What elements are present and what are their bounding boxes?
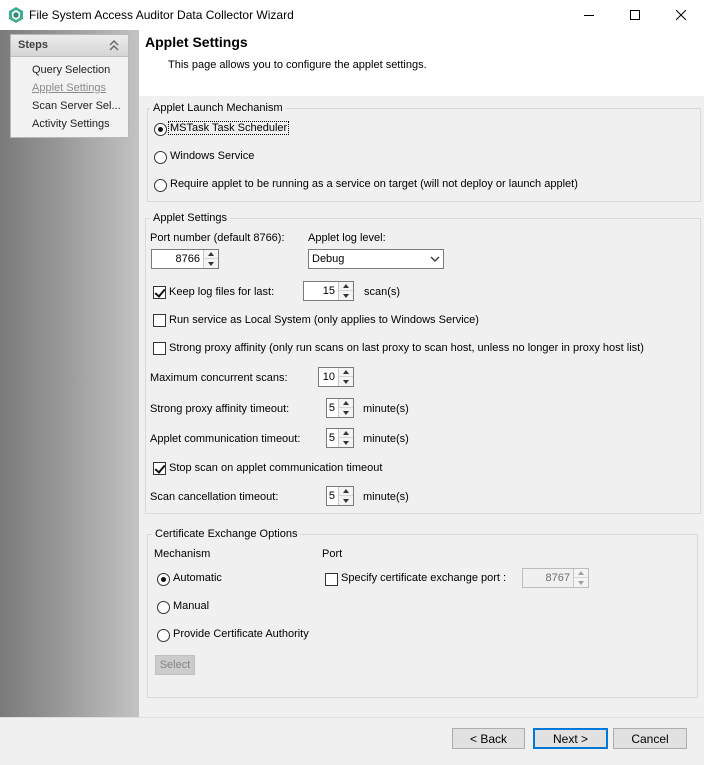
affinity-timeout-spinner[interactable]: 5 [326, 398, 354, 418]
spin-up-icon[interactable] [574, 569, 588, 578]
spin-down-icon[interactable] [339, 438, 353, 447]
spin-down-icon[interactable] [339, 377, 353, 386]
double-chevron-up-icon[interactable] [109, 40, 119, 51]
spin-up-icon[interactable] [339, 429, 353, 438]
max-scans-spinner[interactable]: 10 [318, 367, 354, 387]
content-area: Applet Launch Mechanism MSTask Task Sche… [139, 96, 704, 717]
cancel-timeout-unit: minute(s) [363, 491, 409, 503]
window-title: File System Access Auditor Data Collecto… [29, 8, 294, 22]
minimize-icon [584, 15, 594, 16]
port-number-spinner[interactable]: 8766 [151, 249, 219, 269]
spin-up-icon[interactable] [339, 399, 353, 408]
radio-automatic[interactable] [157, 573, 170, 586]
radio-mstask[interactable] [154, 123, 167, 136]
cancel-button[interactable]: Cancel [613, 728, 687, 749]
keep-logs-value: 15 [322, 285, 335, 297]
radio-manual-label[interactable]: Manual [173, 600, 209, 612]
maximize-button[interactable] [612, 0, 658, 30]
comm-timeout-value: 5 [328, 432, 335, 444]
stop-scan-label[interactable]: Stop scan on applet communication timeou… [169, 462, 382, 474]
comm-timeout-spinner[interactable]: 5 [326, 428, 354, 448]
log-level-label: Applet log level: [308, 232, 386, 244]
radio-mstask-label[interactable]: MSTask Task Scheduler [167, 121, 290, 135]
local-system-label[interactable]: Run service as Local System (only applie… [169, 314, 479, 326]
cancel-timeout-value: 5 [328, 490, 335, 502]
spin-up-icon[interactable] [339, 368, 353, 377]
radio-automatic-label[interactable]: Automatic [173, 572, 222, 584]
wizard-footer: < Back Next > Cancel [0, 717, 704, 765]
max-scans-label: Maximum concurrent scans: [150, 372, 288, 384]
spin-down-icon[interactable] [339, 291, 353, 300]
radio-require-service[interactable] [154, 179, 167, 192]
specify-port-checkbox[interactable] [325, 573, 338, 586]
step-scan-server-selection[interactable]: Scan Server Sel... [32, 100, 121, 112]
spin-down-icon[interactable] [204, 259, 218, 268]
chevron-down-icon[interactable] [426, 250, 443, 268]
launch-mechanism-group: Applet Launch Mechanism MSTask Task Sche… [147, 102, 701, 202]
step-applet-settings[interactable]: Applet Settings [32, 82, 106, 94]
radio-provide-ca[interactable] [157, 629, 170, 642]
select-button[interactable]: Select [155, 655, 195, 675]
title-bar: File System Access Auditor Data Collecto… [0, 0, 704, 30]
launch-mechanism-legend: Applet Launch Mechanism [150, 102, 286, 114]
minimize-button[interactable] [566, 0, 612, 30]
spin-down-icon[interactable] [339, 408, 353, 417]
keep-logs-unit: scan(s) [364, 286, 401, 298]
max-scans-value: 10 [322, 371, 335, 383]
steps-title: Steps [18, 39, 48, 51]
cancel-timeout-spinner[interactable]: 5 [326, 486, 354, 506]
step-activity-settings[interactable]: Activity Settings [32, 118, 110, 130]
keep-logs-checkbox[interactable] [153, 286, 166, 299]
close-button[interactable] [658, 0, 704, 30]
steps-header[interactable]: Steps [11, 35, 128, 57]
affinity-timeout-unit: minute(s) [363, 403, 409, 415]
steps-panel: Steps Query Selection Applet Settings Sc… [10, 34, 129, 138]
cert-exchange-group: Certificate Exchange Options Mechanism P… [147, 528, 698, 698]
spin-up-icon[interactable] [339, 282, 353, 291]
cancel-timeout-label: Scan cancellation timeout: [150, 491, 279, 503]
local-system-checkbox[interactable] [153, 314, 166, 327]
radio-require-service-label[interactable]: Require applet to be running as a servic… [170, 178, 578, 190]
app-logo-icon [9, 7, 23, 23]
page-subtitle: This page allows you to configure the ap… [168, 59, 427, 71]
strong-affinity-checkbox[interactable] [153, 342, 166, 355]
next-button[interactable]: Next > [533, 728, 608, 749]
step-query-selection[interactable]: Query Selection [32, 64, 110, 76]
port-number-label: Port number (default 8766): [150, 232, 285, 244]
stop-scan-checkbox[interactable] [153, 462, 166, 475]
specify-port-label[interactable]: Specify certificate exchange port : [341, 572, 506, 584]
back-button[interactable]: < Back [452, 728, 525, 749]
keep-logs-label[interactable]: Keep log files for last: [169, 286, 274, 298]
radio-windows-service-label[interactable]: Windows Service [170, 150, 254, 162]
radio-provide-ca-label[interactable]: Provide Certificate Authority [173, 628, 309, 640]
cert-port-spinner[interactable]: 8767 [522, 568, 589, 588]
spin-down-icon[interactable] [574, 578, 588, 587]
radio-windows-service[interactable] [154, 151, 167, 164]
spin-up-icon[interactable] [204, 250, 218, 259]
comm-timeout-unit: minute(s) [363, 433, 409, 445]
port-number-value: 8766 [175, 253, 200, 265]
strong-affinity-label[interactable]: Strong proxy affinity (only run scans on… [169, 342, 644, 354]
cert-exchange-legend: Certificate Exchange Options [152, 528, 301, 540]
port-label: Port [322, 548, 343, 560]
affinity-timeout-label: Strong proxy affinity timeout: [150, 403, 290, 415]
comm-timeout-label: Applet communication timeout: [150, 433, 301, 445]
spin-down-icon[interactable] [339, 496, 353, 505]
page-header: Applet Settings This page allows you to … [139, 30, 704, 96]
log-level-select[interactable]: Debug [308, 249, 444, 269]
mechanism-label: Mechanism [154, 548, 211, 560]
maximize-icon [630, 10, 640, 20]
affinity-timeout-value: 5 [328, 402, 335, 414]
log-level-value: Debug [312, 253, 345, 265]
keep-logs-spinner[interactable]: 15 [303, 281, 354, 301]
applet-settings-group: Applet Settings Port number (default 876… [145, 212, 701, 514]
spin-up-icon[interactable] [339, 487, 353, 496]
close-icon [676, 10, 686, 20]
cert-port-value: 8767 [545, 572, 570, 584]
radio-manual[interactable] [157, 601, 170, 614]
page-title: Applet Settings [145, 34, 248, 50]
applet-settings-legend: Applet Settings [150, 212, 230, 224]
